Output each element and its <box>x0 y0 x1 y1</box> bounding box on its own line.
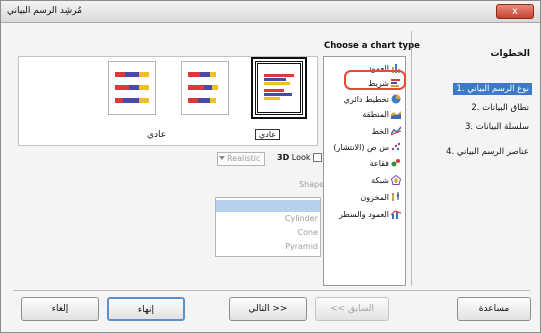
step-chart-type[interactable]: 1. نوع الرسم البياني <box>453 83 532 95</box>
variant-tooltip: عادي <box>255 129 281 140</box>
close-button[interactable]: x <box>496 4 534 19</box>
pie-chart-icon <box>391 94 401 104</box>
shape-list[interactable]: Cylinder Cone Pyramid <box>215 197 321 257</box>
shape-item-box[interactable] <box>216 200 320 212</box>
chart-type-pie[interactable]: تخطيط دائري <box>344 92 401 106</box>
chart-type-label: شبكة <box>371 175 389 185</box>
step-chart-elements[interactable]: 4. عناصر الرسم البياني <box>443 146 532 158</box>
chart-type-list[interactable]: العمود شريط تخطيط دائري المنطقة الخط س ص… <box>323 56 406 286</box>
normal-bar-icon <box>264 74 294 100</box>
chevron-down-icon <box>219 156 225 160</box>
shape-label: Shape <box>299 180 325 189</box>
title-bar: مُرشِد الرسم البياني x <box>1 1 540 23</box>
shape-item-pyramid[interactable]: Pyramid <box>285 242 318 251</box>
chart-type-column-and-line[interactable]: العمود والسطر <box>339 207 401 221</box>
chart-type-stock[interactable]: المخزون <box>360 190 401 204</box>
scheme-dropdown[interactable]: Realistic <box>217 152 265 166</box>
chart-type-bubble[interactable]: فقاعة <box>370 156 401 170</box>
button-bar-divider <box>13 290 530 291</box>
3d-look-suffix: Look <box>291 153 311 162</box>
3d-look-prefix: 3D <box>277 153 290 162</box>
bubble-chart-icon <box>391 159 400 167</box>
chart-type-label: المخزون <box>360 192 389 202</box>
selected-chart-type-highlight <box>344 70 406 90</box>
stock-chart-icon <box>392 192 399 201</box>
chart-type-heading: Choose a chart type <box>324 41 420 51</box>
variant-percent-stacked[interactable] <box>108 61 156 115</box>
step-data-range[interactable]: 2. نطاق البيانات <box>468 102 532 114</box>
close-icon: x <box>512 6 518 17</box>
chart-type-label: العمود والسطر <box>338 209 389 219</box>
finish-button[interactable]: إنهاء <box>107 297 185 321</box>
line-chart-icon <box>391 126 401 136</box>
back-button[interactable]: << السابق <box>315 297 389 321</box>
chart-type-label: الخط <box>371 126 389 136</box>
3d-look-checkbox[interactable] <box>313 153 322 162</box>
cancel-button[interactable]: إلغاء <box>21 297 99 321</box>
next-button[interactable]: التالي >> <box>229 297 307 321</box>
net-chart-icon <box>391 175 401 185</box>
chart-type-label: فقاعة <box>369 158 389 168</box>
chart-type-net[interactable]: شبكة <box>371 173 401 187</box>
chart-type-line[interactable]: الخط <box>372 124 401 138</box>
variant-normal[interactable] <box>251 57 307 119</box>
shape-item-cylinder[interactable]: Cylinder <box>285 214 318 223</box>
step-data-series[interactable]: 3. سلسلة البيانات <box>462 121 532 133</box>
chart-type-xy-scatter[interactable]: س ص (الانتشار) <box>333 140 401 154</box>
percent-stacked-bar-icon <box>115 72 149 103</box>
variant-stacked[interactable] <box>181 61 229 115</box>
help-button[interactable]: مساعدة <box>457 297 531 321</box>
chart-type-label: المنطقة <box>362 109 389 119</box>
area-chart-icon <box>391 111 401 119</box>
variant-name-label: عادي <box>147 130 167 140</box>
window-title: مُرشِد الرسم البياني <box>7 6 82 16</box>
scheme-dropdown-value: Realistic <box>227 154 261 163</box>
chart-type-label: تخطيط دائري <box>343 94 389 104</box>
steps-divider <box>411 31 412 286</box>
chart-type-label: س ص (الانتشار) <box>333 142 389 152</box>
shape-item-cone[interactable]: Cone <box>298 228 318 237</box>
stacked-bar-icon <box>188 72 218 103</box>
steps-heading: الخطوات <box>490 49 531 59</box>
column-line-chart-icon <box>391 210 401 219</box>
chart-wizard-dialog: مُرشِد الرسم البياني x الخطوات 1. نوع ال… <box>0 0 541 333</box>
scatter-chart-icon <box>391 142 401 151</box>
chart-type-area[interactable]: المنطقة <box>362 107 401 121</box>
3d-look-label: 3D Look <box>277 153 311 162</box>
